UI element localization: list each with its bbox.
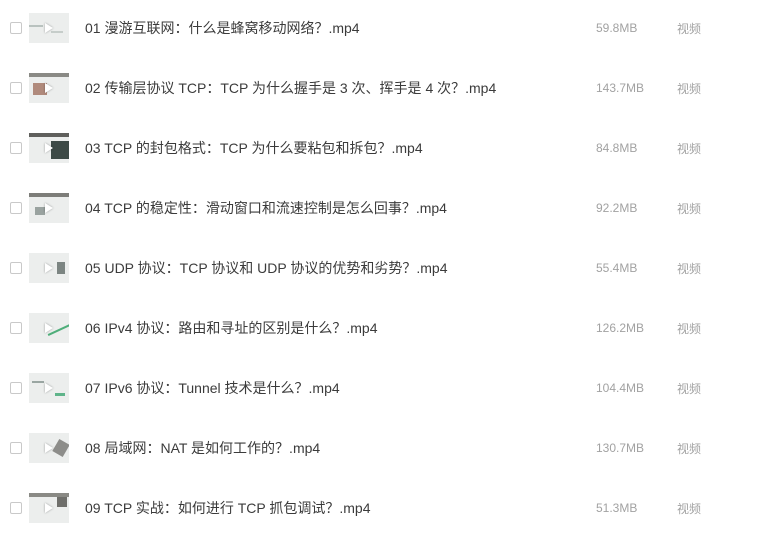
file-type: 视频 xyxy=(677,381,702,396)
file-name[interactable]: 01 漫游互联网：什么是蜂窝移动网络？.mp4 xyxy=(85,18,360,38)
file-size: 51.3MB xyxy=(596,501,638,515)
file-row[interactable]: 07 IPv6 协议：Tunnel 技术是什么？.mp4 104.4MB 视频 xyxy=(0,358,757,418)
file-row[interactable]: 05 UDP 协议：TCP 协议和 UDP 协议的优势和劣势？.mp4 55.4… xyxy=(0,238,757,298)
file-type: 视频 xyxy=(677,81,702,96)
row-checkbox[interactable] xyxy=(10,202,22,214)
play-icon xyxy=(45,143,53,153)
play-icon xyxy=(45,443,53,453)
file-type: 视频 xyxy=(677,501,702,516)
row-checkbox[interactable] xyxy=(10,22,22,34)
play-icon xyxy=(45,23,53,33)
row-checkbox[interactable] xyxy=(10,82,22,94)
file-name[interactable]: 08 局域网：NAT 是如何工作的？.mp4 xyxy=(85,438,320,458)
file-size: 130.7MB xyxy=(596,441,645,455)
file-name[interactable]: 07 IPv6 协议：Tunnel 技术是什么？.mp4 xyxy=(85,378,340,398)
file-type: 视频 xyxy=(677,261,702,276)
row-checkbox[interactable] xyxy=(10,262,22,274)
file-size: 84.8MB xyxy=(596,141,638,155)
video-thumbnail[interactable] xyxy=(29,193,69,223)
file-row[interactable]: 02 传输层协议 TCP：TCP 为什么握手是 3 次、挥手是 4 次？.mp4… xyxy=(0,58,757,118)
file-size: 104.4MB xyxy=(596,381,645,395)
play-icon xyxy=(45,323,53,333)
video-thumbnail[interactable] xyxy=(29,493,69,523)
row-checkbox[interactable] xyxy=(10,322,22,334)
video-thumbnail[interactable] xyxy=(29,313,69,343)
file-size: 126.2MB xyxy=(596,321,645,335)
play-icon xyxy=(45,203,53,213)
file-type: 视频 xyxy=(677,321,702,336)
row-checkbox[interactable] xyxy=(10,142,22,154)
video-thumbnail[interactable] xyxy=(29,253,69,283)
row-checkbox[interactable] xyxy=(10,382,22,394)
file-size: 143.7MB xyxy=(596,81,645,95)
play-icon xyxy=(45,383,53,393)
row-checkbox[interactable] xyxy=(10,442,22,454)
file-name[interactable]: 09 TCP 实战：如何进行 TCP 抓包调试？.mp4 xyxy=(85,498,371,518)
video-thumbnail[interactable] xyxy=(29,433,69,463)
file-row[interactable]: 08 局域网：NAT 是如何工作的？.mp4 130.7MB 视频 xyxy=(0,418,757,478)
file-row[interactable]: 03 TCP 的封包格式：TCP 为什么要粘包和拆包？.mp4 84.8MB 视… xyxy=(0,118,757,178)
file-name[interactable]: 06 IPv4 协议：路由和寻址的区别是什么？.mp4 xyxy=(85,318,378,338)
file-name[interactable]: 02 传输层协议 TCP：TCP 为什么握手是 3 次、挥手是 4 次？.mp4 xyxy=(85,78,496,98)
play-icon xyxy=(45,263,53,273)
file-list: 01 漫游互联网：什么是蜂窝移动网络？.mp4 59.8MB 视频 02 传输层… xyxy=(0,0,757,523)
video-thumbnail[interactable] xyxy=(29,13,69,43)
file-size: 55.4MB xyxy=(596,261,638,275)
file-row[interactable]: 01 漫游互联网：什么是蜂窝移动网络？.mp4 59.8MB 视频 xyxy=(0,0,757,58)
file-row[interactable]: 04 TCP 的稳定性：滑动窗口和流速控制是怎么回事？.mp4 92.2MB 视… xyxy=(0,178,757,238)
play-icon xyxy=(45,83,53,93)
row-checkbox[interactable] xyxy=(10,502,22,514)
video-thumbnail[interactable] xyxy=(29,133,69,163)
file-type: 视频 xyxy=(677,441,702,456)
file-name[interactable]: 04 TCP 的稳定性：滑动窗口和流速控制是怎么回事？.mp4 xyxy=(85,198,447,218)
file-type: 视频 xyxy=(677,201,702,216)
video-thumbnail[interactable] xyxy=(29,373,69,403)
file-size: 92.2MB xyxy=(596,201,638,215)
file-type: 视频 xyxy=(677,141,702,156)
file-type: 视频 xyxy=(677,21,702,36)
video-thumbnail[interactable] xyxy=(29,73,69,103)
file-name[interactable]: 03 TCP 的封包格式：TCP 为什么要粘包和拆包？.mp4 xyxy=(85,138,423,158)
file-name[interactable]: 05 UDP 协议：TCP 协议和 UDP 协议的优势和劣势？.mp4 xyxy=(85,258,448,278)
file-row[interactable]: 06 IPv4 协议：路由和寻址的区别是什么？.mp4 126.2MB 视频 xyxy=(0,298,757,358)
play-icon xyxy=(45,503,53,513)
file-size: 59.8MB xyxy=(596,21,638,35)
file-row[interactable]: 09 TCP 实战：如何进行 TCP 抓包调试？.mp4 51.3MB 视频 xyxy=(0,478,757,538)
